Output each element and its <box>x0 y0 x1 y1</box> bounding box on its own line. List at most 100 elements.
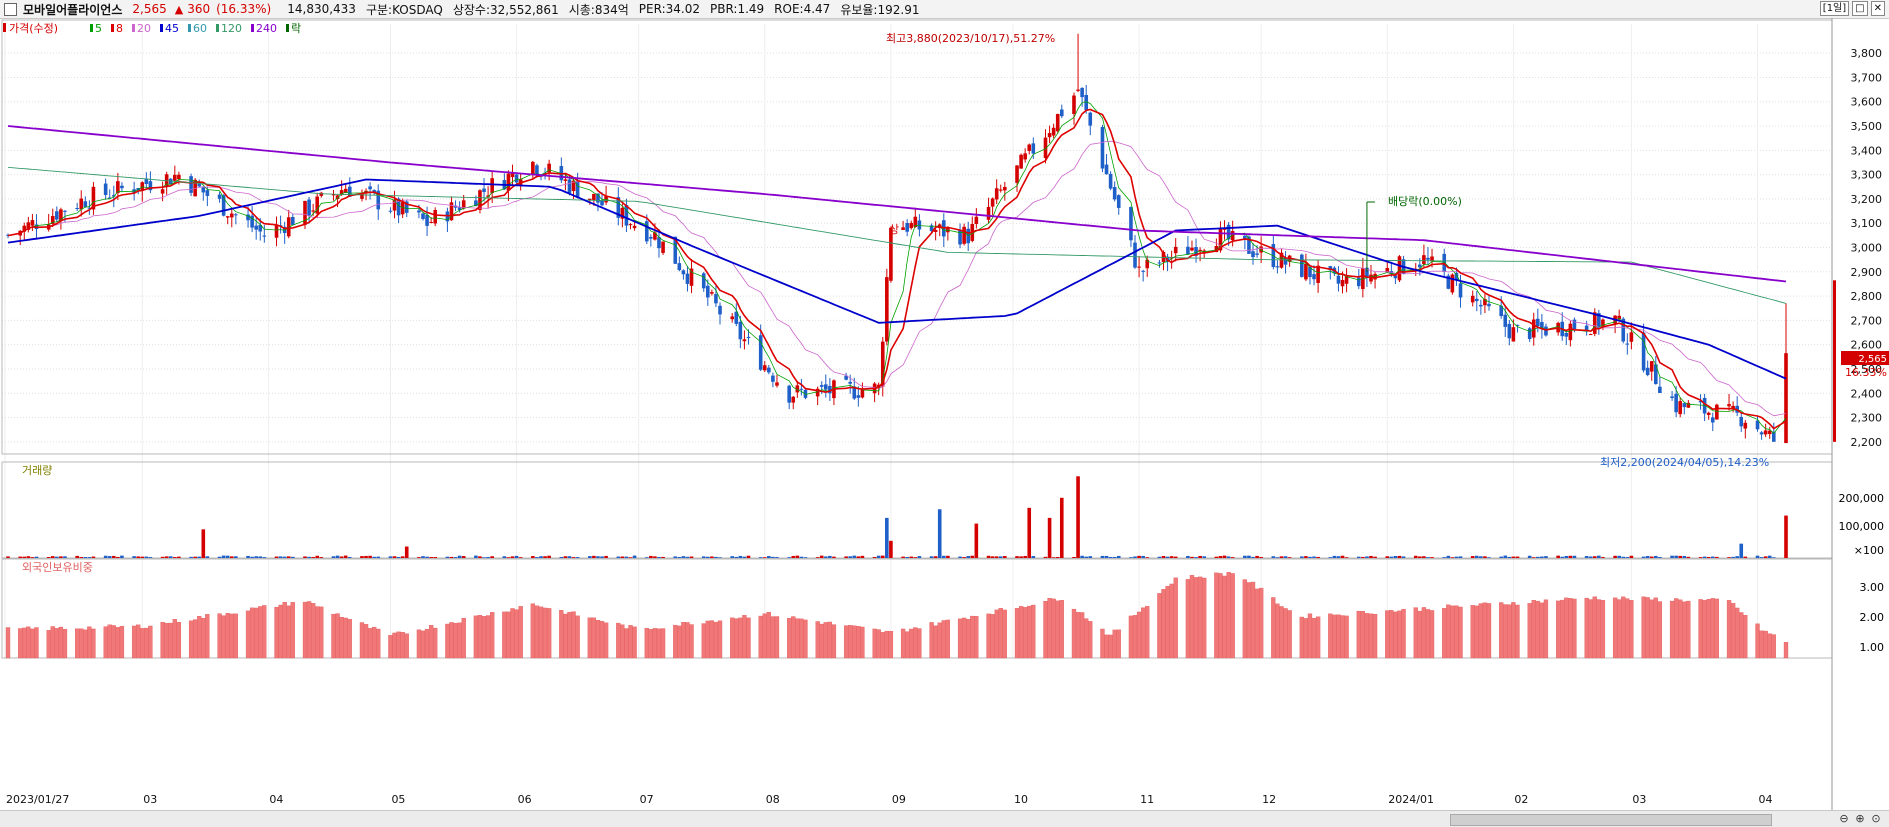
foreign-ratio-bar <box>217 613 222 659</box>
volume-bar <box>998 556 1003 558</box>
candle-body <box>1255 253 1259 255</box>
foreign-ratio-bar <box>62 628 68 659</box>
foreign-ratio-bar <box>26 626 31 659</box>
close-icon[interactable]: ✕ <box>1870 1 1885 16</box>
period-button[interactable]: [1일] <box>1819 1 1850 16</box>
candle-body <box>1564 332 1569 337</box>
volume-bar <box>221 555 226 558</box>
foreign-ratio-bar <box>302 601 308 659</box>
foreign-ratio-bar <box>119 625 125 659</box>
candle-body <box>311 210 315 212</box>
foreign-ratio-bar <box>83 629 88 659</box>
foreign-ratio-bar <box>1621 596 1626 659</box>
foreign-ratio-bar <box>1071 608 1077 659</box>
volume-bar <box>970 555 975 558</box>
candle-body <box>1784 353 1788 444</box>
foreign-ratio-bar <box>111 625 116 659</box>
select-checkbox[interactable] <box>4 2 17 16</box>
foreign-ratio-bar <box>1710 598 1715 659</box>
candle-body <box>1670 396 1674 398</box>
foreign-ratio-bar <box>689 624 694 659</box>
candle-body <box>746 336 751 339</box>
foreign-ratio-bar <box>335 613 340 659</box>
foreign-ratio-bar <box>1503 604 1508 659</box>
foreign-ratio-bar <box>254 607 259 659</box>
scroll-thumb[interactable] <box>1450 814 1772 826</box>
price-tag-value: 2,565 <box>1858 354 1887 365</box>
volume-bar <box>848 556 853 558</box>
candle-body <box>592 193 596 201</box>
foreign-ratio-bar <box>701 623 706 659</box>
foreign-ratio-bar <box>225 613 230 659</box>
foreign-ratio-bar <box>595 620 601 659</box>
volume-bar <box>966 556 971 558</box>
volume-bar <box>1479 556 1483 558</box>
foreign-ratio-bar <box>681 622 686 659</box>
candle-body <box>83 201 88 207</box>
volume-bar <box>291 556 295 558</box>
volume-bar <box>795 555 800 558</box>
candle-body <box>1137 266 1141 268</box>
foreign-ratio-bar <box>730 617 735 659</box>
candle-body <box>730 316 735 320</box>
price-tick-label: 2,200 <box>1851 436 1883 449</box>
volume-bar <box>1230 557 1235 558</box>
foreign-ratio-bar <box>1002 609 1007 659</box>
pbr-value: PBR:1.49 <box>709 2 765 16</box>
foreign-ratio-bar <box>388 635 393 659</box>
foreign-ratio-bar <box>1629 600 1634 659</box>
foreign-ratio-bar <box>1421 607 1427 659</box>
volume-bar <box>657 557 661 558</box>
horizontal-scrollbar[interactable]: ⊖ ⊕ ⊙ <box>0 810 1889 827</box>
foreign-ratio-bar <box>803 619 808 659</box>
foreign-ratio-bar <box>1527 603 1532 659</box>
legend: 가격(수정) 5 8 20 45 60 120 240 락 <box>3 22 301 35</box>
foreign-ratio-bar <box>628 625 633 659</box>
candle-body <box>1015 165 1019 183</box>
volume-bar <box>388 556 393 558</box>
volume-bar <box>819 555 824 558</box>
zoom-out-icon[interactable]: ⊖ <box>1837 812 1851 825</box>
volume-bar <box>604 555 608 558</box>
foreign-ratio-bar <box>1413 607 1418 659</box>
foreign-ratio-bar <box>1193 577 1199 659</box>
restore-icon[interactable]: □ <box>1852 1 1868 16</box>
foreign-ratio-bar <box>315 606 320 659</box>
foreign-ratio-bar <box>1568 598 1573 659</box>
foreign-ratio-bar <box>1474 605 1479 659</box>
foreign-ratio-bar <box>1315 616 1321 659</box>
foreign-ratio-bar <box>290 602 295 659</box>
foreign-ratio-bar <box>937 622 942 659</box>
stock-chart[interactable]: 3,800 3,700 3,600 3,500 3,400 3,300 3,200 3,100… <box>0 18 1889 810</box>
zoom-in-icon[interactable]: ⊕ <box>1853 812 1867 825</box>
candle-body <box>368 186 372 190</box>
candle-body <box>1129 206 1133 241</box>
foreign-ratio-bar <box>91 628 96 659</box>
volume-bar <box>1483 556 1487 558</box>
candle-body <box>767 367 771 373</box>
candle-body <box>1715 404 1719 420</box>
legend-swatch <box>90 24 93 32</box>
foreign-ratio-bar <box>567 611 572 659</box>
volume-bar <box>1739 543 1744 558</box>
volume-bar <box>1759 557 1764 558</box>
volume-bar <box>1023 555 1027 558</box>
foreign-ratio-bar <box>140 628 145 659</box>
foreign-ratio-bar <box>563 613 568 659</box>
candle-body <box>701 273 706 289</box>
foreign-ratio-bar <box>1218 573 1223 659</box>
legend-exdiv-label: 락 <box>291 22 301 35</box>
volume-bar <box>1458 556 1463 558</box>
zoom-reset-icon[interactable]: ⊙ <box>1869 812 1883 825</box>
volume-bar <box>917 556 922 558</box>
candle-body <box>819 385 824 387</box>
foreign-ratio-bar <box>738 617 743 659</box>
volume-bar <box>136 556 140 558</box>
volume-bar <box>311 557 315 558</box>
volume-bar <box>567 556 572 558</box>
candle-body <box>1088 112 1093 126</box>
foreign-ratio-bar <box>1275 603 1280 659</box>
foreign-ratio-bar <box>1173 577 1178 659</box>
foreign-ratio-bar <box>644 627 649 659</box>
x-tick-label: 11 <box>1140 793 1154 806</box>
